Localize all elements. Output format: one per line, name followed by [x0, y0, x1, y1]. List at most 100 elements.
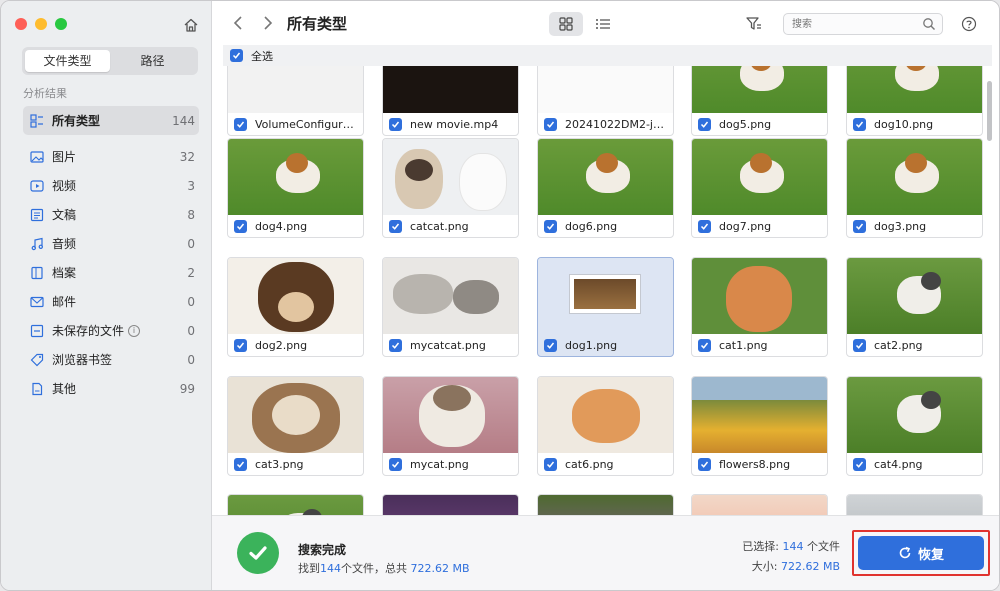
file-caption: mycatcat.png — [389, 338, 513, 352]
file-tile[interactable] — [691, 494, 828, 515]
select-all-checkbox[interactable] — [230, 49, 243, 62]
file-tile[interactable]: new movie.mp4 — [382, 66, 519, 136]
file-checkbox[interactable] — [389, 338, 402, 352]
search-input[interactable] — [792, 16, 912, 32]
file-tile[interactable]: dog3.png — [846, 138, 983, 238]
file-tile[interactable]: dog5.png — [691, 66, 828, 136]
file-checkbox[interactable] — [698, 219, 711, 233]
file-tile[interactable]: PLIST VolumeConfigura... — [227, 66, 364, 136]
document-icon — [29, 207, 44, 222]
sidebar-item-bookmarks[interactable]: 浏览器书签 0 — [23, 345, 199, 374]
file-name: dog2.png — [255, 338, 308, 352]
sidebar-item-label: 音频 — [52, 237, 77, 251]
tab-path[interactable]: 路径 — [110, 50, 195, 72]
sidebar-item-documents[interactable]: 文稿 8 — [23, 200, 199, 229]
sidebar-item-audio[interactable]: 音频 0 — [23, 229, 199, 258]
file-tile[interactable]: cat1.png — [691, 257, 828, 357]
file-tile[interactable]: cat3.png — [227, 376, 364, 476]
file-name: VolumeConfigura... — [255, 117, 358, 131]
file-tile[interactable]: dog2.png — [227, 257, 364, 357]
file-checkbox[interactable] — [234, 338, 247, 352]
search-icon[interactable] — [922, 17, 936, 31]
file-thumbnail — [847, 258, 982, 334]
file-checkbox[interactable] — [389, 457, 402, 471]
back-chevron-icon[interactable] — [230, 14, 248, 32]
file-checkbox[interactable] — [853, 338, 866, 352]
file-tile[interactable] — [382, 494, 519, 515]
file-tile[interactable]: 20241022DM2-ju... — [537, 66, 674, 136]
file-thumbnail — [847, 377, 982, 453]
sidebar-item-archives[interactable]: 档案 2 — [23, 258, 199, 287]
file-thumbnail — [692, 66, 827, 113]
file-checkbox[interactable] — [698, 338, 711, 352]
file-tile[interactable]: mycat.png — [382, 376, 519, 476]
file-tile[interactable] — [537, 494, 674, 515]
sidebar-item-unsaved[interactable]: 未保存的文件 i 0 — [23, 316, 199, 345]
info-icon[interactable]: i — [128, 324, 141, 337]
file-thumbnail — [538, 66, 673, 113]
file-tile[interactable] — [846, 494, 983, 515]
sidebar-item-other[interactable]: 其他 99 — [23, 374, 199, 403]
file-tile[interactable]: mycatcat.png — [382, 257, 519, 357]
sidebar-view-toggle: 文件类型 路径 — [22, 47, 198, 75]
file-checkbox[interactable] — [853, 457, 866, 471]
file-checkbox[interactable] — [234, 457, 247, 471]
forward-chevron-icon[interactable] — [258, 14, 276, 32]
file-checkbox[interactable] — [389, 117, 402, 131]
file-checkbox[interactable] — [544, 457, 557, 471]
file-tile[interactable]: flowers8.png — [691, 376, 828, 476]
sidebar-item-videos[interactable]: 视频 3 — [23, 171, 199, 200]
file-tile[interactable]: dog6.png — [537, 138, 674, 238]
file-caption: mycat.png — [389, 457, 513, 471]
file-tile[interactable] — [227, 494, 364, 515]
filter-icon[interactable] — [745, 15, 763, 33]
scrollbar[interactable] — [987, 81, 992, 141]
file-name: new movie.mp4 — [410, 117, 499, 131]
file-name: dog5.png — [719, 117, 772, 131]
file-checkbox[interactable] — [544, 338, 557, 352]
file-name: cat3.png — [255, 457, 304, 471]
sidebar-item-count: 0 — [187, 294, 195, 309]
select-all-bar[interactable]: 全选 — [223, 45, 992, 66]
file-tile[interactable]: dog7.png — [691, 138, 828, 238]
file-checkbox[interactable] — [853, 219, 866, 233]
file-thumbnail: PLIST — [228, 66, 363, 113]
file-checkbox[interactable] — [698, 117, 711, 131]
file-tile[interactable]: dog4.png — [227, 138, 364, 238]
main-panel: 所有类型 全选 PLIST VolumeConfigura... new movie… — [212, 1, 999, 590]
file-tile[interactable]: dog10.png — [846, 66, 983, 136]
file-name: cat4.png — [874, 457, 923, 471]
file-name: cat2.png — [874, 338, 923, 352]
file-checkbox[interactable] — [234, 219, 247, 233]
file-tile[interactable]: catcat.png — [382, 138, 519, 238]
file-checkbox[interactable] — [853, 117, 866, 131]
file-tile[interactable]: dog1.png — [537, 257, 674, 357]
list-view-button[interactable] — [591, 12, 615, 36]
file-name: flowers8.png — [719, 457, 791, 471]
sidebar-item-images[interactable]: 图片 32 — [23, 142, 199, 171]
video-icon — [29, 178, 44, 193]
zoom-window-button[interactable] — [55, 18, 67, 30]
recover-button[interactable]: 恢复 — [858, 536, 984, 570]
file-checkbox[interactable] — [544, 117, 557, 131]
tab-file-types[interactable]: 文件类型 — [25, 50, 110, 72]
sidebar-item-all-types[interactable]: 所有类型 144 — [23, 106, 199, 135]
file-checkbox[interactable] — [698, 457, 711, 471]
file-tile[interactable]: cat4.png — [846, 376, 983, 476]
sidebar-item-label: 图片 — [52, 150, 77, 164]
minimize-window-button[interactable] — [35, 18, 47, 30]
grid-view-button[interactable] — [549, 12, 583, 36]
close-window-button[interactable] — [15, 18, 27, 30]
file-checkbox[interactable] — [234, 117, 247, 131]
file-checkbox[interactable] — [389, 219, 402, 233]
file-tile[interactable]: cat6.png — [537, 376, 674, 476]
sidebar-item-label: 其他 — [52, 382, 77, 396]
help-icon[interactable] — [961, 16, 977, 32]
sidebar-item-count: 32 — [179, 149, 195, 164]
file-checkbox[interactable] — [544, 219, 557, 233]
file-caption: dog4.png — [234, 219, 358, 233]
file-thumbnail — [692, 139, 827, 215]
home-icon[interactable] — [183, 17, 199, 33]
file-tile[interactable]: cat2.png — [846, 257, 983, 357]
sidebar-item-mail[interactable]: 邮件 0 — [23, 287, 199, 316]
